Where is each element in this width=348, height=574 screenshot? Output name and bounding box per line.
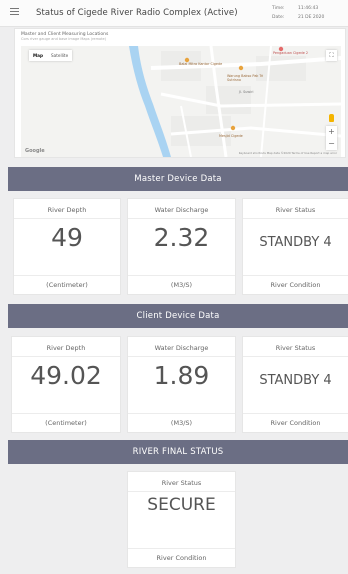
card-unit: (M3/S) (170, 281, 193, 289)
street-view-pegman-icon[interactable] (329, 114, 334, 122)
card-label: River Depth (46, 344, 86, 352)
card-label: River Status (161, 479, 202, 487)
map-card: Master and Client Measuring Locations Co… (14, 28, 346, 158)
map-place-label: Mesjid Cigede (219, 134, 243, 138)
date-label: Date: (272, 15, 285, 20)
zoom-out-button[interactable]: − (326, 138, 337, 150)
client-discharge-card: Water Discharge 1.89 (M3/S) (127, 336, 236, 433)
final-status-value: SECURE (147, 495, 216, 515)
map-street-label: Jl. Suwiri (239, 90, 254, 94)
master-discharge-card: Water Discharge 2.32 (M3/S) (127, 198, 236, 295)
final-status-card: River Status SECURE River Condition (127, 471, 236, 568)
master-section-header: Master Device Data (8, 167, 348, 191)
card-label: Water Discharge (154, 344, 209, 352)
zoom-control: + − (326, 126, 337, 150)
map-marker[interactable] (238, 65, 244, 71)
map-type-map-button[interactable]: Map (29, 50, 47, 61)
map-place-label: Warung Bakso Pak Tri Sutrisno (227, 74, 264, 82)
map-place-label: Balai Mitra Kantor Cigede (179, 62, 223, 66)
final-status-section-header: RIVER FINAL STATUS (8, 440, 348, 464)
map-view[interactable]: Balai Mitra Kantor Cigede Pengaduan Cige… (21, 46, 341, 157)
app-header: Status of Cigede River Radio Complex (Ac… (0, 0, 348, 27)
map-marker[interactable] (230, 125, 236, 131)
master-depth-value: 49 (51, 223, 83, 252)
client-depth-value: 49.02 (30, 361, 102, 390)
date-readout: Date: 21 DE 2020 (272, 15, 324, 20)
client-discharge-value: 1.89 (153, 361, 210, 390)
time-readout: Time: 11:46:43 (272, 6, 318, 11)
map-place-label: Pengaduan Cigede 2 (273, 51, 309, 55)
master-status-value: STANDBY 4 (259, 235, 332, 250)
time-value: 11:46:43 (298, 6, 319, 11)
client-status-card: River Status STANDBY 4 River Condition (242, 336, 348, 433)
zoom-in-button[interactable]: + (326, 126, 337, 138)
map-subtitle: Cors river gauge and base image Maps (re… (21, 37, 107, 41)
fullscreen-icon[interactable]: ⛶ (326, 50, 337, 61)
card-foot: River Condition (270, 419, 321, 427)
card-foot: River Condition (156, 554, 207, 562)
map-type-satellite-button[interactable]: Satellite (47, 50, 72, 61)
date-value: 21 DE 2020 (298, 15, 325, 20)
card-unit: (M3/S) (170, 419, 193, 427)
card-unit: (Centimeter) (46, 281, 88, 289)
master-status-card: River Status STANDBY 4 River Condition (242, 198, 348, 295)
page-title: Status of Cigede River Radio Complex (Ac… (36, 8, 238, 18)
client-depth-card: River Depth 49.02 (Centimeter) (11, 336, 121, 433)
card-unit: (Centimeter) (45, 419, 87, 427)
time-label: Time: (272, 6, 285, 11)
map-type-control: Map Satellite (29, 50, 73, 61)
master-discharge-value: 2.32 (153, 223, 210, 252)
client-section-header: Client Device Data (8, 304, 348, 328)
card-label: Water Discharge (154, 206, 209, 214)
google-logo: Google (25, 148, 45, 154)
master-depth-card: River Depth 49 (Centimeter) (13, 198, 121, 295)
card-foot: River Condition (270, 281, 321, 289)
map-attribution[interactable]: Keyboard shortcuts Map data ©2020 Terms … (239, 151, 337, 155)
card-label: River Status (275, 344, 316, 352)
menu-icon[interactable] (10, 8, 19, 15)
client-status-value: STANDBY 4 (259, 373, 332, 388)
card-label: River Depth (47, 206, 87, 214)
card-label: River Status (275, 206, 316, 214)
